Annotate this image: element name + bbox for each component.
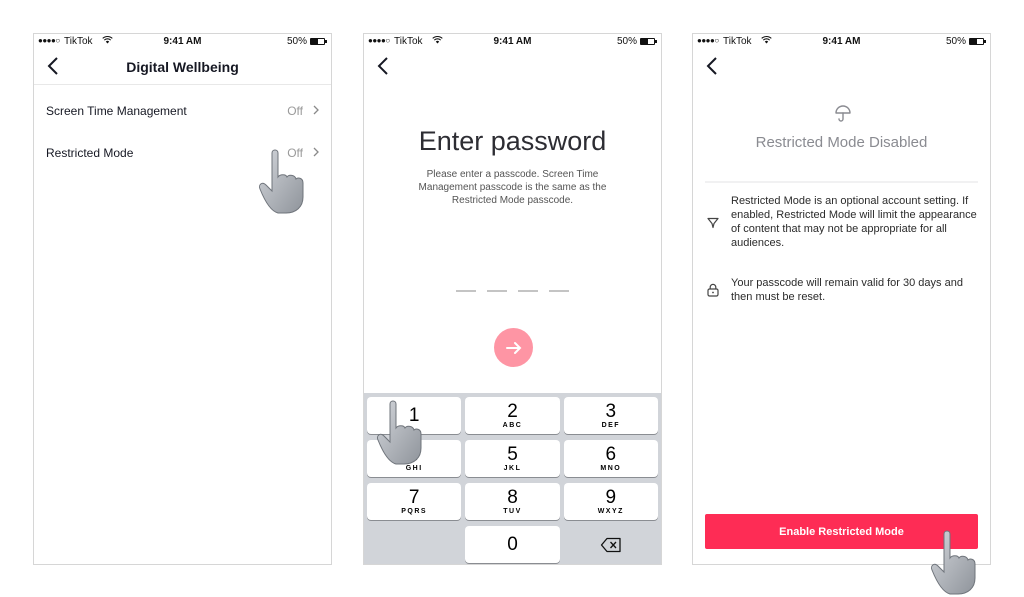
key-digit: 2: [507, 401, 518, 422]
setting-row-screen-time[interactable]: Screen Time Management Off: [34, 92, 331, 132]
battery-percent: 50%: [286, 36, 307, 47]
key-5[interactable]: 5 JKL: [465, 440, 560, 477]
key-4[interactable]: 4 GHI: [367, 440, 462, 477]
screen-enter-password: ●●●●○ TikTok 9:41 AM 50% Enter password …: [363, 33, 662, 565]
info-text: Restricted Mode is an optional account s…: [731, 195, 977, 249]
key-letters: MNO: [600, 465, 622, 472]
info-text: Your passcode will remain valid for 30 d…: [731, 277, 963, 303]
key-letters: DEF: [601, 422, 621, 429]
setting-value: Off: [287, 146, 303, 160]
passcode-digit-slot: [487, 290, 507, 292]
key-letters: ABC: [502, 422, 523, 429]
battery-icon: [640, 38, 657, 45]
key-letters: GHI: [405, 465, 423, 472]
key-digit: 9: [605, 487, 617, 508]
chevron-right-icon: [313, 147, 319, 157]
page-description: Please enter a passcode. Screen Time Man…: [418, 169, 607, 206]
key-6[interactable]: 6 MNO: [563, 440, 658, 477]
setting-label: Screen Time Management: [46, 104, 187, 118]
key-letters: PQRS: [401, 508, 428, 515]
key-9[interactable]: 9 WXYZ: [563, 483, 658, 520]
submit-button[interactable]: [494, 328, 533, 367]
numeric-keypad: 1 2 ABC 3 DEF 4 GHI 5 JKL 6 MNO 7 PQRS 8 TUV 9W…: [364, 393, 661, 564]
key-0[interactable]: 0: [465, 526, 560, 563]
page-title: Digital Wellbeing: [126, 59, 239, 75]
enable-restricted-mode-button[interactable]: Enable Restricted Mode: [705, 514, 978, 549]
key-letters: TUV: [503, 508, 522, 515]
page-title: Enter password: [418, 126, 607, 156]
key-1[interactable]: 1: [367, 397, 462, 434]
status-bar: ●●●●○ TikTok 9:41 AM 50%: [34, 34, 331, 50]
battery-icon: [969, 38, 986, 45]
setting-label: Restricted Mode: [46, 146, 134, 160]
key-delete[interactable]: [564, 526, 658, 563]
key-digit: 6: [605, 444, 617, 465]
key-2[interactable]: 2 ABC: [465, 397, 560, 434]
chevron-right-icon: [313, 105, 319, 115]
filter-icon: [707, 217, 719, 229]
key-digit: 5: [507, 444, 518, 465]
back-chevron-icon[interactable]: [703, 54, 723, 78]
battery-percent: 50%: [945, 36, 966, 47]
passcode-digit-slot: [549, 290, 569, 292]
screen-digital-wellbeing: ●●●●○ TikTok 9:41 AM 50% Digital Wellbei…: [33, 33, 332, 565]
battery-percent: 50%: [616, 36, 637, 47]
nav-divider: [34, 84, 331, 85]
key-letters: WXYZ: [597, 508, 624, 515]
setting-value: Off: [287, 104, 303, 118]
key-blank: [367, 526, 461, 563]
arrow-right-icon: [505, 341, 521, 354]
key-digit: 3: [605, 401, 617, 422]
passcode-input[interactable]: [364, 290, 661, 292]
backspace-icon: [600, 537, 621, 552]
key-digit: 8: [507, 487, 518, 508]
key-letters: JKL: [503, 465, 522, 472]
key-digit: 0: [507, 534, 518, 555]
status-bar: ●●●●○ TikTok 9:41 AM 50%: [364, 34, 661, 50]
setting-row-restricted-mode[interactable]: Restricted Mode Off: [34, 134, 331, 174]
key-7[interactable]: 7 PQRS: [367, 483, 462, 520]
passcode-digit-slot: [518, 290, 538, 292]
key-3[interactable]: 3 DEF: [563, 397, 658, 434]
key-digit: 1: [408, 404, 420, 426]
umbrella-icon: [835, 105, 851, 122]
restricted-mode-status: Restricted Mode Disabled: [755, 134, 928, 151]
key-digit: 4: [408, 444, 420, 465]
key-8[interactable]: 8 TUV: [465, 483, 560, 520]
battery-icon: [310, 38, 327, 45]
section-divider: [705, 181, 978, 183]
passcode-digit-slot: [456, 290, 476, 292]
key-digit: 7: [408, 487, 420, 508]
screen-restricted-mode: ●●●●○ TikTok 9:41 AM 50% Restricted Mode…: [692, 33, 991, 565]
lock-icon: [707, 283, 719, 297]
back-chevron-icon[interactable]: [374, 54, 394, 78]
status-bar: ●●●●○ TikTok 9:41 AM 50%: [693, 34, 990, 50]
